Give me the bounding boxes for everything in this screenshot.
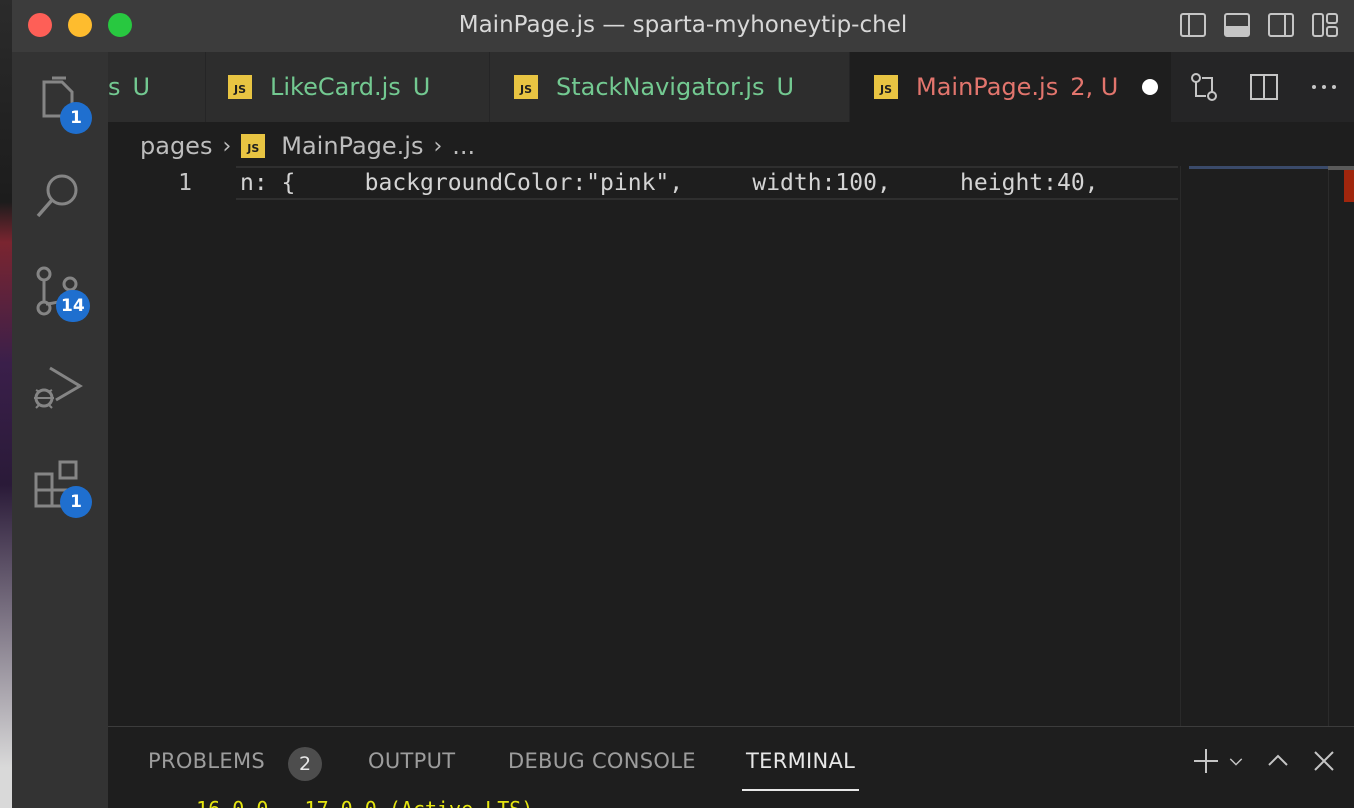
title-bar: MainPage.js — sparta-myhoneytip-chel bbox=[12, 0, 1354, 52]
run-debug-icon bbox=[34, 366, 83, 409]
run-debug-button[interactable] bbox=[30, 360, 90, 420]
tab-stacknavigator[interactable]: JS StackNavigator.js U bbox=[490, 52, 850, 122]
maximize-panel-icon[interactable] bbox=[1264, 747, 1292, 775]
layout-controls bbox=[1178, 10, 1340, 40]
tab-debug-console[interactable]: DEBUG CONSOLE bbox=[508, 749, 696, 773]
toggle-secondary-sidebar-icon[interactable] bbox=[1266, 10, 1296, 40]
editor-tabs: s U JS LikeCard.js U JS StackNavigator.j… bbox=[108, 52, 1354, 122]
error-marker bbox=[1344, 170, 1354, 202]
problems-count-badge: 2 bbox=[288, 747, 322, 781]
minimap-line bbox=[1189, 166, 1329, 169]
js-file-icon: JS bbox=[874, 75, 898, 99]
bottom-panel: PROBLEMS 2 OUTPUT DEBUG CONSOLE TERMINAL… bbox=[108, 726, 1354, 808]
search-icon bbox=[36, 174, 78, 218]
tab-label: LikeCard.js bbox=[270, 73, 401, 101]
source-control-button[interactable]: 14 bbox=[30, 264, 90, 324]
tab-status: U bbox=[132, 73, 151, 101]
tab-label: s bbox=[108, 73, 121, 101]
window-title: MainPage.js — sparta-myhoneytip-chel bbox=[458, 12, 908, 38]
extensions-button[interactable]: 1 bbox=[30, 456, 92, 518]
breadcrumb-folder[interactable]: pages bbox=[140, 132, 212, 160]
tab-problems[interactable]: PROBLEMS bbox=[148, 749, 265, 773]
chevron-right-icon: › bbox=[433, 133, 443, 159]
code-line[interactable]: n: { backgroundColor:"pink", width:100, … bbox=[240, 170, 1099, 196]
panel-actions bbox=[1192, 747, 1338, 775]
explorer-badge: 1 bbox=[60, 102, 92, 134]
extensions-badge: 1 bbox=[60, 486, 92, 518]
tab-likecard[interactable]: JS LikeCard.js U bbox=[206, 52, 490, 122]
minimap[interactable] bbox=[1180, 166, 1329, 726]
source-control-badge: 14 bbox=[56, 290, 90, 322]
chevron-down-icon[interactable] bbox=[1226, 747, 1246, 775]
toggle-primary-sidebar-icon[interactable] bbox=[1178, 10, 1208, 40]
toggle-panel-icon[interactable] bbox=[1222, 10, 1252, 40]
js-file-icon: JS bbox=[228, 75, 252, 99]
tab-partial[interactable]: s U bbox=[108, 52, 206, 122]
tab-mainpage[interactable]: JS MainPage.js 2, U bbox=[850, 52, 1172, 122]
tab-label: MainPage.js bbox=[916, 73, 1059, 101]
breadcrumb-file[interactable]: MainPage.js bbox=[281, 132, 423, 160]
tab-status: U bbox=[776, 73, 795, 101]
customize-layout-icon[interactable] bbox=[1310, 10, 1340, 40]
explorer-button[interactable]: 1 bbox=[30, 72, 92, 134]
open-changes-icon[interactable] bbox=[1187, 70, 1221, 104]
tab-status: U bbox=[412, 73, 431, 101]
more-actions-icon[interactable] bbox=[1307, 70, 1341, 104]
close-panel-icon[interactable] bbox=[1310, 747, 1338, 775]
line-number: 1 bbox=[178, 170, 192, 196]
breadcrumb-more[interactable]: ... bbox=[452, 132, 475, 160]
vscode-window: MainPage.js — sparta-myhoneytip-chel 1 1… bbox=[12, 0, 1354, 808]
js-file-icon: JS bbox=[241, 134, 266, 158]
breadcrumb: pages › JS MainPage.js › ... bbox=[140, 128, 475, 164]
unsaved-dot-icon[interactable] bbox=[1142, 79, 1159, 95]
chevron-right-icon: › bbox=[222, 133, 232, 159]
activity-bar: 1 14 1 bbox=[12, 52, 108, 808]
js-file-icon: JS bbox=[514, 75, 538, 99]
tab-label: StackNavigator.js bbox=[556, 73, 765, 101]
tab-output[interactable]: OUTPUT bbox=[368, 749, 455, 773]
terminal-output: 16.0.0 - 17.0.0 (Active LTS) bbox=[148, 797, 533, 808]
search-button[interactable] bbox=[30, 168, 90, 228]
split-editor-icon[interactable] bbox=[1247, 70, 1281, 104]
editor-actions bbox=[1174, 52, 1354, 122]
vertical-scrollbar[interactable] bbox=[1328, 166, 1354, 726]
tab-status: 2, U bbox=[1070, 73, 1119, 101]
code-editor[interactable]: 1 n: { backgroundColor:"pink", width:100… bbox=[108, 166, 1178, 726]
new-terminal-icon[interactable] bbox=[1192, 747, 1220, 775]
tab-terminal[interactable]: TERMINAL bbox=[741, 749, 860, 791]
